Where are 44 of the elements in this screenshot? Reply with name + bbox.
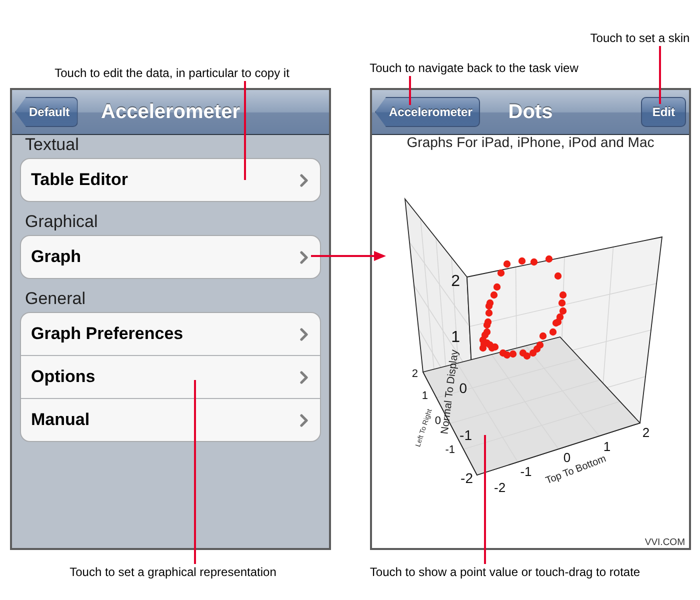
chevron-right-icon (300, 328, 308, 340)
list-row[interactable]: Graph (21, 236, 320, 278)
callout-text: Touch to show a point value or touch-drag to rotate (370, 565, 640, 579)
navigation-title: Accelerometer (101, 100, 240, 124)
section-header: Textual (24, 135, 80, 155)
tick-label: 1 (451, 329, 460, 346)
tick-label: 2 (412, 368, 418, 380)
chevron-right-icon (300, 250, 308, 264)
list-row[interactable]: Options (21, 355, 320, 398)
tick-label: -1 (460, 427, 472, 443)
chevron-right-icon (300, 414, 308, 426)
callout-text: Touch to set a graphical representation (70, 565, 276, 579)
section-header: General (24, 289, 86, 309)
chevron-right-icon (300, 174, 308, 186)
list-row[interactable]: Table Editor (21, 159, 320, 201)
back-button[interactable]: Default (15, 97, 78, 127)
callout-text: Touch to navigate back to the task view (370, 61, 578, 75)
edit-button[interactable]: Edit (641, 97, 686, 127)
data-point (530, 258, 538, 266)
tick-label: -1 (445, 444, 455, 456)
tick-label: 2 (642, 425, 650, 440)
leader-line (409, 76, 411, 105)
tick-label: 1 (422, 390, 428, 402)
data-point (518, 257, 526, 265)
callout-text: Touch to set a skin (590, 31, 690, 45)
tick-label: 0 (459, 380, 467, 396)
chart-subtitle: Graphs For iPad, iPhone, iPod and Mac (406, 135, 654, 150)
tick-label: 0 (563, 450, 571, 465)
back-button[interactable]: Accelerometer (375, 97, 480, 127)
section-header: Graphical (24, 212, 99, 232)
tick-label: 2 (451, 273, 460, 290)
leader-line (659, 46, 661, 104)
navigation-title: Dots (508, 100, 553, 124)
data-point (554, 272, 562, 280)
footer-credit: VVI.COM (644, 538, 685, 548)
tick-label: 1 (603, 439, 611, 454)
chevron-right-icon (300, 370, 308, 384)
list-row[interactable]: Graph Preferences (21, 313, 320, 355)
tick-label: -1 (520, 464, 532, 479)
tick-label: -2 (494, 480, 506, 495)
tick-label: 0 (434, 415, 441, 427)
data-point (545, 255, 553, 263)
callout-text: Touch to edit the data, in particular to copy it (54, 66, 290, 80)
tick-label: -2 (460, 470, 473, 486)
